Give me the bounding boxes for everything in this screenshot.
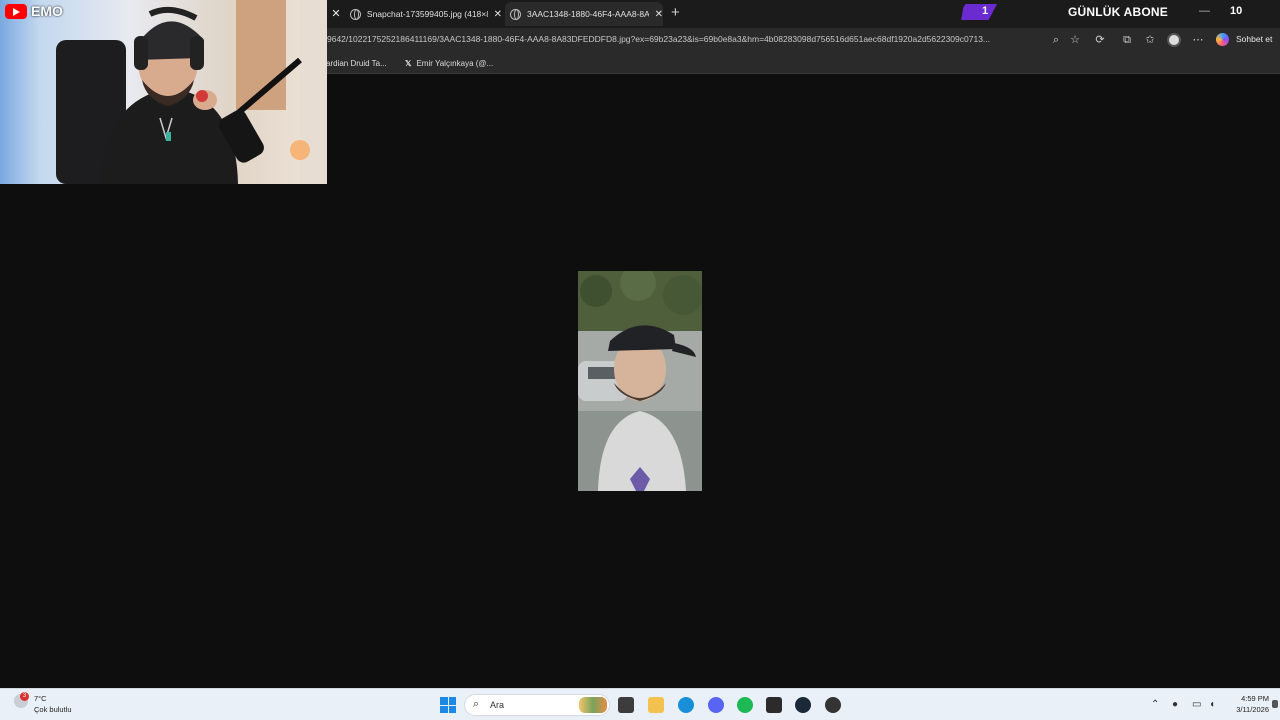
favorite-star-icon[interactable]: ☆ — [1068, 33, 1082, 47]
spotify-icon[interactable] — [737, 697, 753, 713]
minimize-icon[interactable]: — — [1199, 5, 1210, 17]
weather-badge: 3 — [20, 692, 29, 701]
more-menu-icon[interactable]: ⋯ — [1191, 33, 1205, 47]
system-clock[interactable]: 4:59 PM 3/11/2026 — [1229, 693, 1269, 715]
viewed-photo[interactable] — [578, 271, 702, 491]
search-placeholder: Ara — [490, 700, 505, 710]
start-tile — [440, 705, 448, 713]
zoom-icon[interactable]: ⌕ — [1049, 33, 1063, 47]
bookmark-label: Emir Yalçınkaya (@... — [416, 59, 494, 68]
tab-title: 3AAC1348-1880-46F4-AAA8-8A83 — [526, 9, 649, 19]
task-view-icon[interactable] — [618, 697, 634, 713]
photo-image — [578, 271, 702, 491]
subscriber-count: 1 — [982, 5, 989, 17]
x-logo-icon: 𝕏 — [405, 59, 412, 68]
weather-temperature[interactable]: 7°C — [34, 694, 47, 703]
webcam-feed — [56, 0, 327, 184]
file-explorer-icon[interactable] — [648, 697, 664, 713]
close-icon[interactable]: ✕ — [494, 9, 502, 20]
start-tile — [448, 705, 456, 713]
youtube-logo-icon — [5, 4, 27, 19]
new-tab-button[interactable]: + — [671, 4, 680, 21]
bookmark-item[interactable]: ardian Druid Ta... — [326, 59, 387, 68]
notification-bell-icon[interactable] — [1272, 700, 1278, 708]
volume-icon[interactable]: ◖ — [1209, 699, 1215, 710]
clock-date: 3/11/2026 — [1236, 705, 1269, 714]
globe-icon — [510, 8, 521, 20]
extension-icon[interactable]: ⟳ — [1093, 33, 1107, 47]
clock-time: 4:59 PM — [1241, 694, 1269, 703]
tab-title: Snapchat-173599405.jpg (418×85 — [366, 9, 488, 19]
start-tile — [440, 697, 448, 705]
favorites-icon[interactable]: ✩ — [1143, 33, 1157, 47]
channel-name: EMO — [31, 3, 63, 19]
window-counter: 10 — [1230, 5, 1243, 17]
search-icon: ⌕ — [473, 698, 480, 710]
bookmark-item[interactable]: 𝕏 Emir Yalçınkaya (@... — [405, 59, 493, 68]
tab-close-icon[interactable]: ✕ — [330, 7, 342, 21]
obs-icon[interactable] — [825, 697, 841, 713]
edge-browser-icon[interactable] — [678, 697, 694, 713]
webcam-overlay: EMO — [0, 0, 327, 184]
tray-overflow-icon[interactable]: ⌃ — [1151, 699, 1159, 710]
taskbar: 3 7°C Çok bulutlu ⌕ Ara ⌃ ● ▭ ◖ 4:59 PM … — [0, 688, 1280, 720]
network-icon[interactable]: ▭ — [1192, 699, 1201, 710]
steam-icon[interactable] — [795, 697, 811, 713]
profile-avatar[interactable] — [1167, 33, 1181, 47]
search-highlight-art — [579, 697, 607, 713]
globe-icon — [350, 8, 361, 20]
split-screen-icon[interactable]: ⧉ — [1120, 33, 1134, 47]
copilot-icon[interactable] — [1216, 33, 1229, 46]
close-icon[interactable]: ✕ — [655, 9, 663, 20]
discord-icon[interactable] — [708, 697, 724, 713]
start-tile — [448, 697, 456, 705]
start-button[interactable] — [440, 697, 456, 713]
tab-snapchat-image[interactable]: Snapchat-173599405.jpg (418×85 ✕ — [350, 2, 502, 26]
microphone-icon[interactable]: ● — [1172, 699, 1178, 710]
copilot-chat-button[interactable]: Sohbet et — [1236, 34, 1272, 44]
tab-current-image[interactable]: 3AAC1348-1880-46F4-AAA8-8A83 ✕ — [505, 2, 663, 26]
weather-condition[interactable]: Çok bulutlu — [34, 705, 72, 714]
terminal-icon[interactable] — [766, 697, 782, 713]
subscriber-banner — [955, 4, 997, 20]
url-field[interactable]: 9642/1022175252186411169/3AAC1348-1880-4… — [327, 34, 1042, 44]
taskbar-search[interactable]: ⌕ Ara — [464, 694, 610, 716]
subscriber-label: GÜNLÜK ABONE — [1068, 5, 1168, 19]
